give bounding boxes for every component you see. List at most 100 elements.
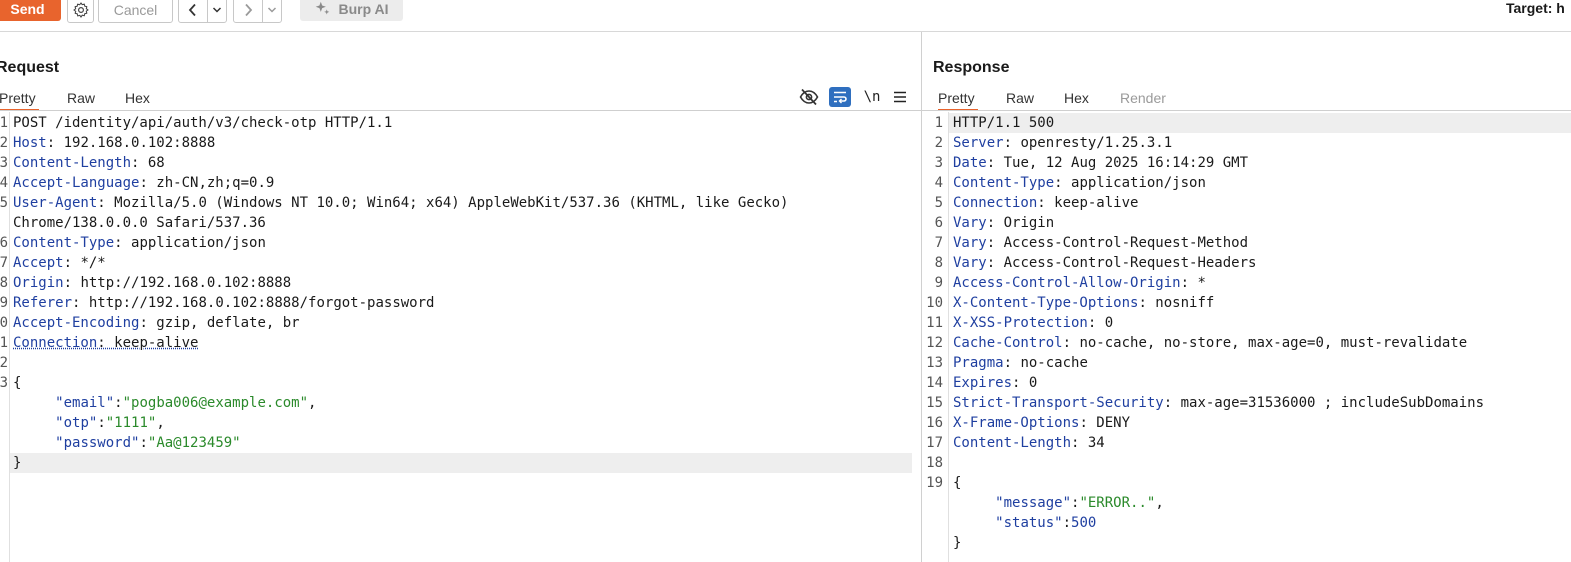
back-history-dropdown[interactable] (207, 0, 226, 22)
header-name: User-Agent (13, 195, 98, 211)
line-content: Vary: Origin (953, 213, 1054, 233)
line-content: } (953, 533, 961, 553)
line-content: Content-Type: application/json (953, 173, 1206, 193)
settings-button[interactable] (67, 0, 94, 23)
header-name: Content-Length (953, 435, 1072, 451)
code-line: 8 Origin: http://192.168.0.102:8888 (0, 273, 921, 293)
word-wrap-button[interactable] (829, 87, 851, 107)
header-name: Connection (953, 195, 1038, 211)
send-button[interactable]: Send (0, 0, 61, 21)
json-close-brace: } (953, 535, 962, 551)
colon: : (1180, 275, 1190, 291)
colon: : (986, 255, 996, 271)
code-line: 17 Content-Length: 34 (922, 433, 1571, 453)
code-line: 9 Referer: http://192.168.0.102:8888/forg… (0, 293, 921, 313)
forward-button[interactable] (234, 0, 262, 22)
line-content: Access-Control-Allow-Origin: * (953, 273, 1206, 293)
show-newlines-button[interactable]: \n (861, 89, 883, 105)
request-tab-pretty[interactable]: Pretty (0, 86, 39, 111)
target-label[interactable]: Target: h (1506, 0, 1565, 16)
line-content: POST /identity/api/auth/v3/check-otp HTT… (13, 113, 392, 133)
burp-ai-button[interactable]: Burp AI (300, 0, 403, 21)
header-value: 0 (1020, 375, 1038, 391)
json-key: "password" (55, 435, 140, 451)
line-number: 7 (934, 235, 943, 251)
forward-history-dropdown[interactable] (262, 0, 281, 22)
request-menu-button[interactable] (890, 91, 910, 103)
header-name: Connection (13, 335, 98, 351)
line-number: 16 (926, 415, 943, 431)
line-content: X-Content-Type-Options: nosniff (953, 293, 1214, 313)
colon: : (97, 335, 106, 351)
code-line: 1 POST /identity/api/auth/v3/check-otp HT… (0, 113, 921, 133)
line-content: "status":500 (953, 513, 1096, 533)
header-name: X-Frame-Options (953, 415, 1080, 431)
line-number: 4 (934, 175, 943, 191)
eye-slash-icon (799, 88, 819, 106)
header-value: 68 (139, 155, 165, 171)
hamburger-menu-icon (894, 91, 906, 103)
code-line: 11 X-XSS-Protection: 0 (922, 313, 1571, 333)
header-value: zh-CN,zh;q=0.9 (147, 175, 275, 191)
header-name: Accept (13, 255, 64, 271)
line-number: 10 (926, 295, 943, 311)
colon: : (139, 435, 148, 451)
colon: : (1079, 415, 1088, 431)
colon: : (986, 155, 996, 171)
request-title: Request (0, 59, 60, 76)
cancel-button[interactable]: Cancel (98, 0, 173, 23)
request-editor[interactable]: 1 POST /identity/api/auth/v3/check-otp HT… (0, 113, 921, 473)
header-name: Accept-Language (13, 175, 140, 191)
code-line: 12 Cache-Control: no-cache, no-store, max… (922, 333, 1571, 353)
back-button[interactable] (179, 0, 207, 22)
code-line: 1 Connection: keep-alive (0, 333, 921, 353)
header-name: Content-Type (953, 175, 1055, 191)
colon: : (1138, 295, 1147, 311)
response-tab-raw[interactable]: Raw (1006, 86, 1036, 110)
code-line: "password":"Aa@123459" (0, 433, 921, 453)
line-content: "message":"ERROR..", (953, 493, 1164, 513)
line-number: 0 (0, 315, 8, 331)
chevron-down-icon (267, 6, 277, 13)
line-content: Content-Length: 34 (953, 433, 1105, 453)
colon: : (139, 315, 148, 331)
header-name: Server (953, 135, 1004, 151)
json-key: "email" (55, 395, 115, 411)
response-tab-pretty[interactable]: Pretty (938, 86, 978, 111)
header-value: Access-Control-Request-Method (995, 235, 1249, 251)
response-tab-render[interactable]: Render (1120, 86, 1170, 110)
code-line: Chrome/138.0.0.0 Safari/537.36 (0, 213, 921, 233)
code-line: "email":"pogba006@example.com", (0, 393, 921, 413)
line-number: 2 (0, 135, 8, 151)
hide-nonprintable-button[interactable] (798, 88, 820, 106)
line-content: { (953, 473, 961, 493)
line-number: 18 (926, 455, 943, 471)
header-value: no-cache (1012, 355, 1088, 371)
request-tab-raw[interactable]: Raw (67, 86, 97, 110)
line-content: Connection: keep-alive (13, 333, 198, 353)
colon: : (1003, 355, 1013, 371)
header-value: openresty/1.25.3.1 (1012, 135, 1173, 151)
line-number: 2 (0, 355, 8, 371)
header-value: 192.168.0.102:8888 (55, 135, 216, 151)
response-tab-hex[interactable]: Hex (1064, 86, 1094, 110)
line-number: 3 (934, 155, 943, 171)
request-tab-hex[interactable]: Hex (125, 86, 155, 110)
header-value: application/json (122, 235, 266, 251)
response-editor[interactable]: 1 HTTP/1.1 500 2 Server: openresty/1.25.3.1… (922, 113, 1571, 553)
header-name: Referer (13, 295, 73, 311)
header-name: Content-Length (13, 155, 132, 171)
burp-ai-label: Burp AI (338, 0, 389, 17)
json-key: "otp" (55, 415, 98, 431)
line-content: { (13, 373, 21, 393)
code-line: 3 Content-Length: 68 (0, 153, 921, 173)
json-comma: , (156, 415, 165, 431)
line-content: Origin: http://192.168.0.102:8888 (13, 273, 291, 293)
line-number: 3 (0, 375, 8, 391)
header-value: */* (72, 255, 106, 271)
header-value: application/json (1062, 175, 1206, 191)
colon: : (1054, 175, 1063, 191)
